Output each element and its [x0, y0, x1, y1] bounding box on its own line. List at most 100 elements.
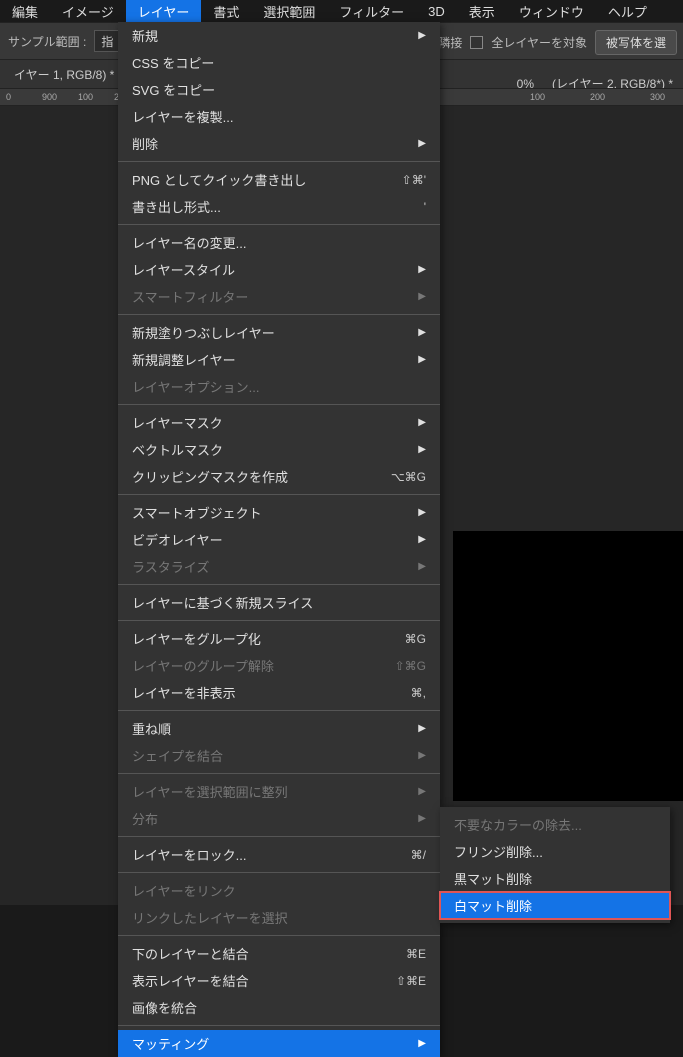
menu-image[interactable]: イメージ [50, 0, 126, 24]
menu-select[interactable]: 選択範囲 [251, 0, 327, 24]
menu-item[interactable]: 書き出し形式... ' [118, 193, 440, 220]
menu-item-label: ベクトルマスク [132, 440, 223, 459]
menu-item: シェイプを結合 ▶ [118, 742, 440, 769]
all-layers-checkbox[interactable] [470, 36, 483, 49]
ruler-tick: 300 [650, 92, 665, 102]
menu-item[interactable]: レイヤーをグループ化⌘G [118, 625, 440, 652]
menu-item-label: ビデオレイヤー [132, 530, 223, 549]
submenu-item-label: フリンジ削除... [454, 842, 543, 861]
menu-shortcut: ' [424, 200, 426, 214]
submenu-arrow-icon: ▶ [418, 138, 426, 149]
menu-item-label: スマートオブジェクト [132, 503, 262, 522]
layer-menu-dropdown: 新規▶CSS をコピーSVG をコピーレイヤーを複製... 削除 ▶ PNG としてク… [118, 22, 440, 1057]
submenu-arrow-icon: ▶ [418, 354, 426, 365]
menu-item[interactable]: マッティング▶ [118, 1030, 440, 1057]
menu-item-label: 分布 [132, 809, 158, 828]
menu-item[interactable]: CSS をコピー [118, 49, 440, 76]
menu-item[interactable]: レイヤーに基づく新規スライス [118, 589, 440, 616]
menu-separator [118, 404, 440, 405]
menu-item[interactable]: クリッピングマスクを作成⌥⌘G [118, 463, 440, 490]
menu-item[interactable]: スマートオブジェクト▶ [118, 499, 440, 526]
menu-filter[interactable]: フィルター [327, 0, 416, 24]
menu-item-label: レイヤーをリンク [132, 881, 236, 900]
menu-item-label: レイヤーマスク [132, 413, 223, 432]
submenu-item[interactable]: 白マット削除 [440, 892, 670, 919]
menu-item-label: スマートフィルター [132, 287, 248, 306]
menu-item-label: シェイプを結合 [132, 746, 223, 765]
all-layers-label: 全レイヤーを対象 [491, 34, 587, 51]
menu-shortcut: ⌘/ [411, 848, 426, 862]
menu-item[interactable]: ビデオレイヤー▶ [118, 526, 440, 553]
menu-item[interactable]: 重ね順 ▶ [118, 715, 440, 742]
menu-item[interactable]: 新規▶ [118, 22, 440, 49]
menu-edit[interactable]: 編集 [0, 0, 50, 24]
menu-item-label: PNG としてクイック書き出し [132, 170, 306, 189]
menu-shortcut: ⇧⌘' [402, 173, 426, 187]
menu-item: レイヤーをリンク [118, 877, 440, 904]
menu-item-label: レイヤーを複製... [132, 107, 233, 126]
menu-item-label: 重ね順 [132, 719, 171, 738]
menu-item[interactable]: 新規調整レイヤー▶ [118, 346, 440, 373]
menu-item: ラスタライズ▶ [118, 553, 440, 580]
menu-item[interactable]: 削除 ▶ [118, 130, 440, 157]
menu-item[interactable]: 画像を統合 [118, 994, 440, 1021]
ruler-tick: 0 [6, 92, 11, 102]
menu-item-label: レイヤーを非表示 [132, 683, 236, 702]
menu-item[interactable]: レイヤーをロック...⌘/ [118, 841, 440, 868]
menu-separator [118, 935, 440, 936]
canvas-image [453, 531, 683, 801]
menu-separator [118, 710, 440, 711]
menu-separator [118, 314, 440, 315]
menu-separator [118, 584, 440, 585]
menu-item[interactable]: 下のレイヤーと結合⌘E [118, 940, 440, 967]
ruler-tick: 100 [78, 92, 93, 102]
menu-item-label: レイヤーに基づく新規スライス [132, 593, 313, 612]
menu-item-label: 書き出し形式... [132, 197, 221, 216]
menu-item[interactable]: ベクトルマスク▶ [118, 436, 440, 463]
menu-shortcut: ⌘, [411, 686, 426, 700]
menu-item[interactable]: SVG をコピー [118, 76, 440, 103]
menu-help[interactable]: ヘルプ [596, 0, 659, 24]
submenu-arrow-icon: ▶ [418, 813, 426, 824]
submenu-item[interactable]: フリンジ削除... [440, 838, 670, 865]
submenu-arrow-icon: ▶ [418, 723, 426, 734]
adjacent-label: 隣接 [438, 34, 462, 51]
submenu-arrow-icon: ▶ [418, 327, 426, 338]
menu-layer[interactable]: レイヤー [126, 0, 202, 24]
sample-value[interactable]: 指 [94, 30, 120, 52]
menu-window[interactable]: ウィンドウ [507, 0, 596, 24]
menu-item[interactable]: 新規塗りつぶしレイヤー▶ [118, 319, 440, 346]
document-tab-1[interactable]: イヤー 1, RGB/8) * [0, 61, 129, 88]
menu-item: レイヤーのグループ解除⇧⌘G [118, 652, 440, 679]
menu-item[interactable]: レイヤーマスク▶ [118, 409, 440, 436]
menu-item-label: レイヤー名の変更... [132, 233, 246, 252]
menu-item-label: 削除 [132, 134, 158, 153]
menu-item-label: レイヤースタイル [132, 260, 235, 279]
submenu-item: 不要なカラーの除去... [440, 811, 670, 838]
submenu-item[interactable]: 黒マット削除 [440, 865, 670, 892]
submenu-item-label: 白マット削除 [454, 896, 532, 915]
menu-item-label: レイヤーオプション... [132, 377, 259, 396]
submenu-arrow-icon: ▶ [418, 291, 426, 302]
submenu-item-label: 不要なカラーの除去... [454, 815, 582, 834]
menu-item[interactable]: 表示レイヤーを結合 ⇧⌘E [118, 967, 440, 994]
menu-item-label: 表示レイヤーを結合 [132, 971, 249, 990]
menu-shortcut: ⇧⌘E [396, 974, 426, 988]
submenu-arrow-icon: ▶ [418, 264, 426, 275]
menu-3d[interactable]: 3D [416, 1, 457, 22]
menu-item[interactable]: レイヤーを複製... [118, 103, 440, 130]
submenu-item-label: 黒マット削除 [454, 869, 532, 888]
menu-item[interactable]: レイヤースタイル ▶ [118, 256, 440, 283]
menu-shortcut: ⌘G [405, 632, 426, 646]
menu-separator [118, 1025, 440, 1026]
select-subject-button[interactable]: 被写体を選 [595, 30, 677, 55]
menu-view[interactable]: 表示 [457, 0, 507, 24]
submenu-arrow-icon: ▶ [418, 750, 426, 761]
submenu-arrow-icon: ▶ [418, 786, 426, 797]
menu-item[interactable]: レイヤー名の変更... [118, 229, 440, 256]
menu-type[interactable]: 書式 [201, 0, 251, 24]
menu-item[interactable]: PNG としてクイック書き出し ⇧⌘' [118, 166, 440, 193]
menu-separator [118, 872, 440, 873]
matting-submenu: 不要なカラーの除去... フリンジ削除... 黒マット削除白マット削除 [440, 807, 670, 923]
menu-item[interactable]: レイヤーを非表示 ⌘, [118, 679, 440, 706]
